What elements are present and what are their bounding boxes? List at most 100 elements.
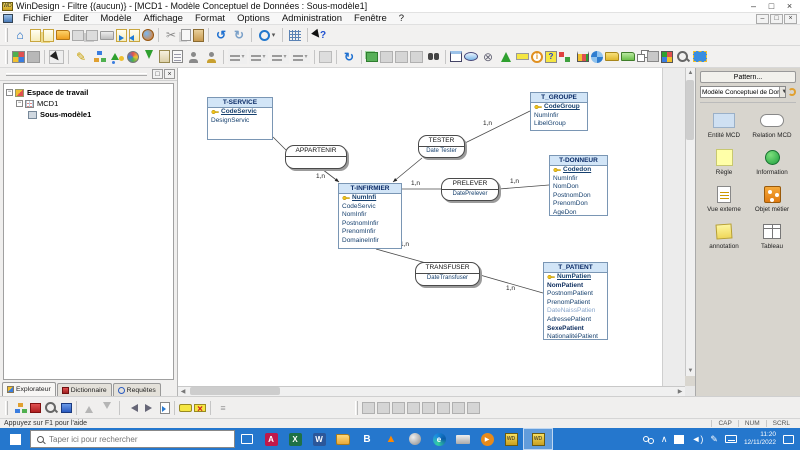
palette-item-objet[interactable]: Objet métier: [748, 185, 796, 213]
machine-icon[interactable]: [647, 51, 659, 62]
hierarchy-icon[interactable]: [91, 49, 107, 64]
notification-icon[interactable]: [783, 435, 794, 444]
start-button[interactable]: [0, 428, 30, 450]
model-type-dropdown[interactable]: Modèle Conceptuel de Dor ▼: [700, 86, 786, 98]
table-colored-icon[interactable]: [577, 51, 589, 62]
gray-a-icon[interactable]: [362, 402, 375, 414]
model-gray-icon[interactable]: [27, 51, 40, 63]
association-transfuser[interactable]: TRANSFUSERDateTransfuser: [415, 262, 480, 286]
tab-requetes[interactable]: Requêtes: [113, 383, 161, 396]
clipboard-icon[interactable]: [159, 50, 170, 63]
dictionary-blue-icon[interactable]: [61, 403, 72, 413]
transform-icon[interactable]: [319, 51, 332, 63]
duplicate-icon[interactable]: [637, 54, 645, 62]
close-button[interactable]: ×: [781, 1, 798, 12]
relation-tool-icon[interactable]: [464, 52, 478, 61]
redo-icon[interactable]: ↻: [231, 28, 247, 43]
model-properties-icon[interactable]: [12, 51, 25, 63]
keyboard-icon[interactable]: [725, 435, 737, 443]
palette-item-relation[interactable]: Relation MCD: [748, 111, 796, 139]
panel-restore-button[interactable]: □: [152, 69, 163, 79]
relation-red-icon[interactable]: [559, 49, 575, 64]
palette-item-entity[interactable]: Entité MCD: [700, 111, 748, 139]
move-down-icon[interactable]: [99, 400, 115, 415]
collapse-icon[interactable]: ≡: [215, 400, 231, 415]
gray-b-icon[interactable]: [377, 402, 390, 414]
entity-t-groupe[interactable]: T_GROUPECodeGroupNumInfirLibelGroup: [530, 92, 588, 131]
information-tool-icon[interactable]: i: [531, 51, 543, 63]
save-all-icon[interactable]: [86, 30, 98, 41]
horizontal-scroll-thumb[interactable]: [190, 387, 280, 395]
arrange-icon[interactable]: [291, 49, 310, 64]
tree-item-sous-modele1[interactable]: Sous-modèle1: [28, 109, 171, 120]
menu-administration[interactable]: Administration: [276, 13, 348, 24]
menu-options[interactable]: Options: [231, 13, 276, 24]
association-tester[interactable]: TESTERDate Tester: [418, 135, 465, 158]
clock[interactable]: 11:20 12/11/2022: [744, 431, 776, 447]
pen-icon[interactable]: ✎: [710, 434, 718, 445]
association-prelever[interactable]: PRELEVERDatePrelever: [441, 178, 499, 201]
tag-yellow-icon[interactable]: [179, 404, 192, 412]
palette-item-vue[interactable]: Vue externe: [700, 185, 748, 213]
palette-item-annotation[interactable]: annotation: [700, 222, 748, 250]
gray-tool-3-icon[interactable]: [410, 51, 423, 63]
palette-item-tableau[interactable]: Tableau: [748, 222, 796, 250]
panel-close-button[interactable]: ×: [164, 69, 175, 79]
search-input[interactable]: [49, 435, 209, 444]
user-assist-icon[interactable]: [203, 49, 219, 64]
copy-icon[interactable]: [181, 29, 191, 41]
app-circle-icon[interactable]: [403, 428, 427, 450]
entity-t-infirmier[interactable]: T-INFIRMIERNumInfiCodeServicNomInfirPost…: [338, 183, 402, 249]
tree-view-icon[interactable]: [12, 400, 28, 415]
label-yellow-icon[interactable]: [516, 53, 529, 60]
menu-editer[interactable]: Editer: [58, 13, 95, 24]
printer-icon[interactable]: [451, 428, 475, 450]
align-center-icon[interactable]: [249, 49, 268, 64]
association-appartenir[interactable]: APPARTENIR: [285, 145, 347, 169]
explorer-icon[interactable]: [331, 428, 355, 450]
tray-chevron-icon[interactable]: ∧: [661, 434, 668, 445]
gray-d-icon[interactable]: [407, 402, 420, 414]
task-view-icon[interactable]: [235, 428, 259, 450]
network-icon[interactable]: [674, 435, 684, 444]
entity-tool-icon[interactable]: [450, 51, 462, 62]
form-icon[interactable]: [172, 50, 183, 63]
publish-icon[interactable]: [142, 29, 154, 41]
people-icon[interactable]: [643, 436, 654, 443]
entity-t-donneur[interactable]: T-DONNEURCodedonNumInfirNomDonPostnomDon…: [549, 155, 608, 216]
expander-icon[interactable]: −: [6, 89, 13, 96]
menu-format[interactable]: Format: [189, 13, 231, 24]
minimize-button[interactable]: –: [745, 1, 762, 12]
tree-item-workspace[interactable]: − Espace de travail: [6, 87, 171, 98]
magnifier-icon[interactable]: [675, 49, 691, 64]
excel-icon[interactable]: X: [283, 428, 307, 450]
layers-icon[interactable]: [366, 52, 378, 62]
mosaic-icon[interactable]: [661, 51, 673, 63]
constraint-circle-icon[interactable]: ⊗: [480, 49, 496, 64]
mdi-close-button[interactable]: ×: [784, 14, 797, 24]
shapes-blue-icon[interactable]: [591, 51, 603, 63]
menu-modle[interactable]: Modèle: [94, 13, 137, 24]
delete-tag-icon[interactable]: [194, 404, 206, 412]
dictionary-red-icon[interactable]: [30, 403, 41, 413]
folder-green-icon[interactable]: [621, 52, 635, 61]
gray-f-icon[interactable]: [437, 402, 450, 414]
tree-item-mcd1[interactable]: − MCD1: [16, 98, 171, 109]
taskbar-search[interactable]: [30, 430, 235, 448]
gray-g-icon[interactable]: [452, 402, 465, 414]
palette-item-information[interactable]: Information: [748, 148, 796, 176]
cut-icon[interactable]: ✂: [163, 28, 179, 43]
grid-icon[interactable]: [287, 28, 303, 43]
page-link-icon[interactable]: [160, 402, 170, 414]
next-icon[interactable]: [142, 400, 158, 415]
gray-tool-1-icon[interactable]: [380, 51, 393, 63]
mdi-minimize-button[interactable]: –: [756, 14, 769, 24]
bluetooth-icon[interactable]: B: [355, 428, 379, 450]
mdi-restore-button[interactable]: □: [770, 14, 783, 24]
gray-h-icon[interactable]: [467, 402, 480, 414]
windesign-icon[interactable]: WD: [499, 428, 523, 450]
select-pointer-icon[interactable]: [49, 50, 64, 64]
warning-triangle-icon[interactable]: [498, 49, 514, 64]
menu-?[interactable]: ?: [393, 13, 410, 24]
zoom-icon[interactable]: [256, 28, 278, 43]
